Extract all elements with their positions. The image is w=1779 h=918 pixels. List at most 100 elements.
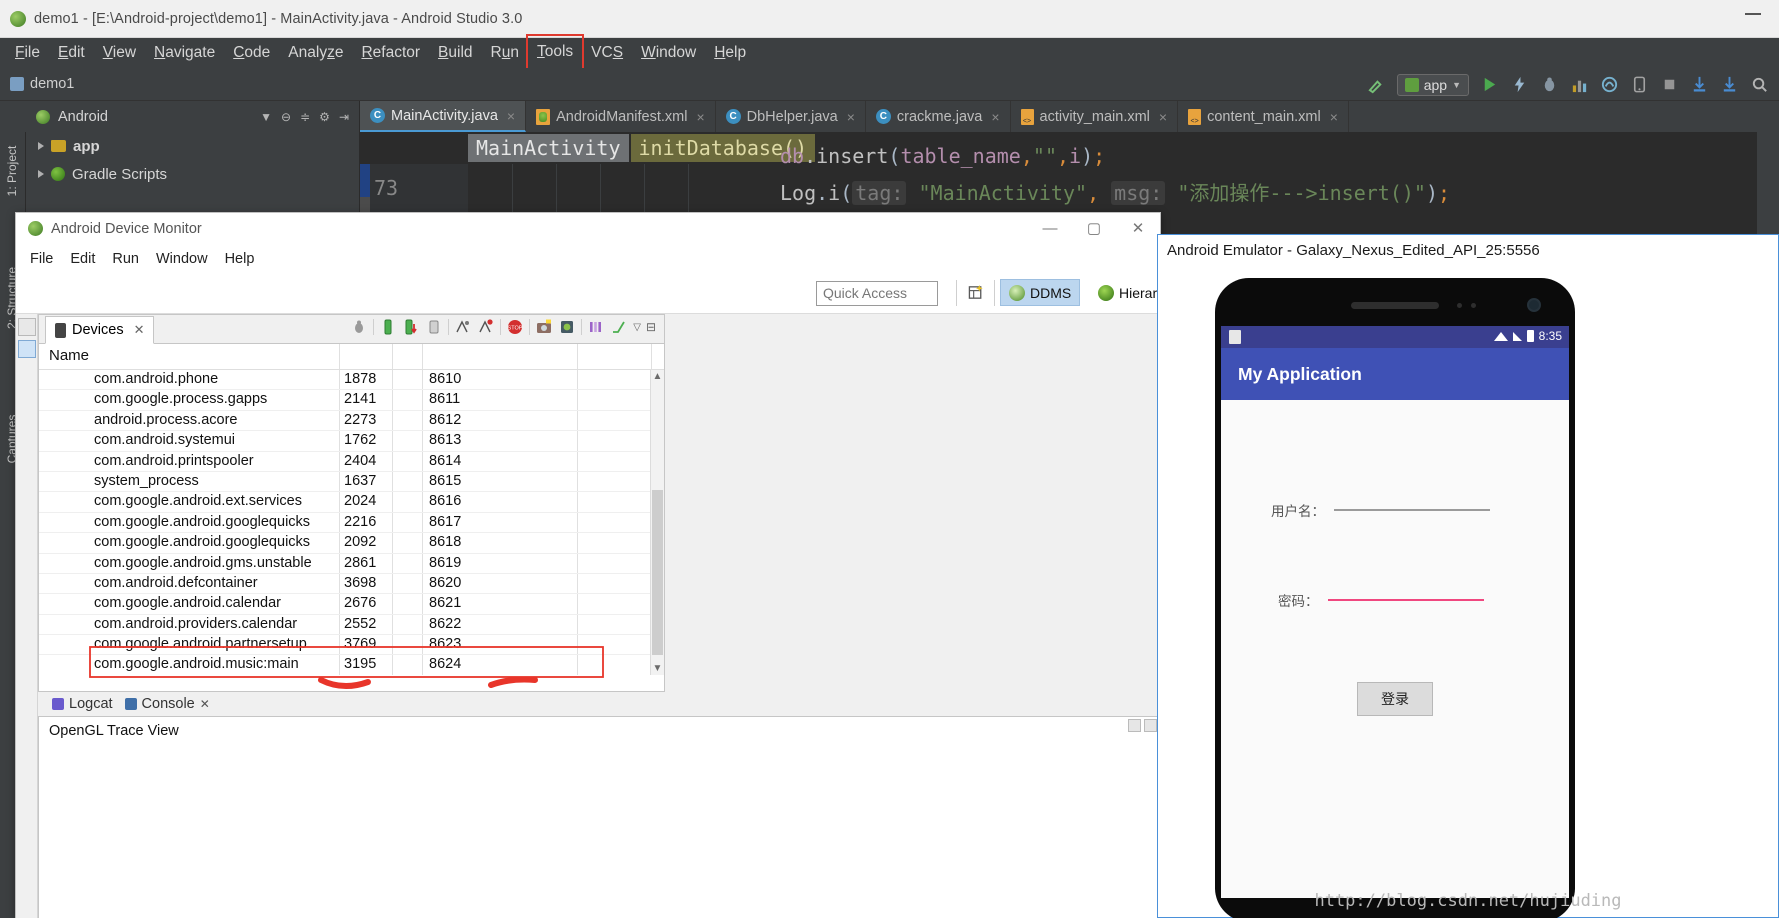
tab-console[interactable]: Console ✕: [124, 696, 210, 712]
adm-menu-file[interactable]: File: [30, 251, 53, 267]
chevron-down-icon[interactable]: ▼: [260, 110, 272, 124]
search-everywhere-icon[interactable]: [1750, 75, 1769, 94]
menu-analyze[interactable]: Analyze: [279, 41, 352, 65]
breadcrumb-class[interactable]: MainActivity: [468, 134, 629, 162]
chevron-right-icon[interactable]: [38, 142, 44, 150]
statusbar-clock: 8:35: [1538, 329, 1562, 343]
project-view-selector[interactable]: Android ▼ ⊖ ≑ ⚙ ⇥: [0, 101, 360, 132]
adm-menu-window[interactable]: Window: [156, 251, 208, 267]
menu-window[interactable]: Window: [632, 41, 705, 65]
editor-tab-activity-main[interactable]: activity_main.xml ×: [1011, 101, 1179, 132]
android-device-monitor-window: Android Device Monitor — ▢ ✕ File Edit R…: [15, 212, 1213, 918]
menu-help[interactable]: Help: [705, 41, 755, 65]
code-line-74[interactable]: Log.i(tag: "MainActivity", msg: "添加操作---…: [780, 177, 1450, 206]
run-configuration-selector[interactable]: app ▼: [1396, 73, 1469, 96]
close-icon[interactable]: ×: [507, 108, 515, 124]
sdk-manager-icon[interactable]: [1720, 75, 1739, 94]
earpiece-grill: [1351, 302, 1439, 309]
apply-changes-icon[interactable]: [1510, 75, 1529, 94]
username-field-row[interactable]: 用户名：: [1271, 500, 1490, 520]
quick-access-input[interactable]: Quick Access: [816, 281, 938, 306]
editor-tab-manifest[interactable]: AndroidManifest.xml ×: [526, 101, 716, 132]
login-form: 用户名： 密码： 登录: [1221, 400, 1569, 898]
run-icon[interactable]: [1480, 75, 1499, 94]
collapse-all-icon[interactable]: ⊖: [281, 110, 291, 124]
close-icon[interactable]: ×: [847, 109, 855, 125]
adm-close-button[interactable]: ✕: [1116, 213, 1160, 243]
close-icon[interactable]: ✕: [200, 697, 210, 711]
code-line-73[interactable]: db.insert(table_name,"",i);: [780, 144, 1105, 168]
sensor-dot-icon: [1471, 303, 1476, 308]
console-pane[interactable]: OpenGL Trace View: [38, 716, 1162, 918]
console-pane-controls: [1128, 719, 1157, 732]
android-studio-icon: [10, 10, 26, 27]
sdk-download-icon[interactable]: [1690, 75, 1709, 94]
menu-view[interactable]: View: [94, 41, 145, 65]
scroll-lock-icon[interactable]: [1144, 719, 1157, 732]
settings-gear-icon[interactable]: ⚙: [319, 110, 330, 124]
menu-file[interactable]: File: [6, 41, 49, 65]
adm-maximize-button[interactable]: ▢: [1072, 213, 1116, 243]
close-icon[interactable]: ×: [1330, 109, 1338, 125]
restore-view-icon[interactable]: [17, 318, 36, 336]
java-class-icon: C: [875, 109, 891, 124]
debug-icon[interactable]: [1540, 75, 1559, 94]
perspective-ddms[interactable]: DDMS: [1000, 279, 1081, 306]
close-icon[interactable]: ×: [991, 109, 999, 125]
password-input[interactable]: [1327, 598, 1484, 602]
clear-console-icon[interactable]: [1128, 719, 1141, 732]
tab-logcat[interactable]: Logcat: [52, 696, 113, 712]
menu-refactor[interactable]: Refactor: [352, 41, 429, 65]
gradle-icon: [51, 167, 65, 181]
adm-menu-help[interactable]: Help: [225, 251, 255, 267]
emulator-window: Android Emulator - Galaxy_Nexus_Edited_A…: [1157, 234, 1779, 918]
adm-window-title: Android Device Monitor: [51, 220, 202, 237]
adm-menu-run[interactable]: Run: [112, 251, 139, 267]
editor-tab-dbhelper[interactable]: C DbHelper.java ×: [716, 101, 866, 132]
password-label: 密码：: [1278, 594, 1319, 609]
app-title: My Application: [1238, 363, 1362, 384]
editor-tab-mainactivity[interactable]: C MainActivity.java ×: [360, 101, 527, 132]
editor-tab-crackme[interactable]: C crackme.java ×: [866, 101, 1011, 132]
console-text: OpenGL Trace View: [49, 723, 179, 739]
android-icon: [28, 221, 43, 236]
tree-node-gradle-scripts[interactable]: Gradle Scripts: [26, 160, 359, 188]
tree-node-app[interactable]: app: [26, 132, 359, 160]
profile-icon[interactable]: [1570, 75, 1589, 94]
expand-all-icon[interactable]: ≑: [300, 110, 310, 124]
adm-menu-edit[interactable]: Edit: [70, 251, 95, 267]
open-perspective-icon[interactable]: [968, 284, 985, 301]
console-icon: [124, 698, 137, 710]
devices-view-icon[interactable]: [17, 340, 36, 358]
emulator-screen[interactable]: 8:35 My Application 用户名： 密码： 登录: [1221, 326, 1569, 898]
stop-icon[interactable]: [1660, 75, 1679, 94]
menu-tools[interactable]: Tools: [525, 34, 585, 72]
editor-tab-label: MainActivity.java: [391, 107, 498, 124]
adm-minimize-button[interactable]: —: [1028, 213, 1072, 243]
breadcrumb-project[interactable]: demo1: [30, 76, 74, 92]
main-menubar: File Edit View Navigate Code Analyze Ref…: [0, 34, 1779, 72]
editor-tab-label: AndroidManifest.xml: [556, 108, 688, 125]
login-button[interactable]: 登录: [1357, 682, 1433, 716]
tree-node-label: app: [73, 137, 100, 155]
menu-run[interactable]: Run: [482, 41, 528, 65]
close-icon[interactable]: ×: [696, 109, 704, 125]
menu-build[interactable]: Build: [429, 41, 481, 65]
menu-edit[interactable]: Edit: [49, 41, 94, 65]
chevron-right-icon[interactable]: [38, 170, 44, 178]
hide-panel-icon[interactable]: ⇥: [339, 110, 349, 124]
username-input[interactable]: [1334, 509, 1490, 511]
avd-manager-icon[interactable]: [1630, 75, 1649, 94]
build-hammer-icon[interactable]: [1367, 75, 1386, 94]
editor-tab-content-main[interactable]: content_main.xml ×: [1178, 101, 1349, 132]
minimize-button[interactable]: [1745, 13, 1761, 15]
android-profiler-icon[interactable]: [1600, 75, 1619, 94]
close-icon[interactable]: ×: [1159, 109, 1167, 125]
password-field-row[interactable]: 密码：: [1278, 590, 1484, 610]
menu-code[interactable]: Code: [224, 41, 279, 65]
rail-item-project[interactable]: 1: Project: [5, 141, 19, 201]
menu-vcs[interactable]: VCS: [582, 41, 632, 65]
xml-layout-icon: [1020, 108, 1034, 125]
menu-navigate[interactable]: Navigate: [145, 41, 224, 65]
watermark-text: http://blog.csdn.net/hujiuding: [1314, 891, 1622, 911]
